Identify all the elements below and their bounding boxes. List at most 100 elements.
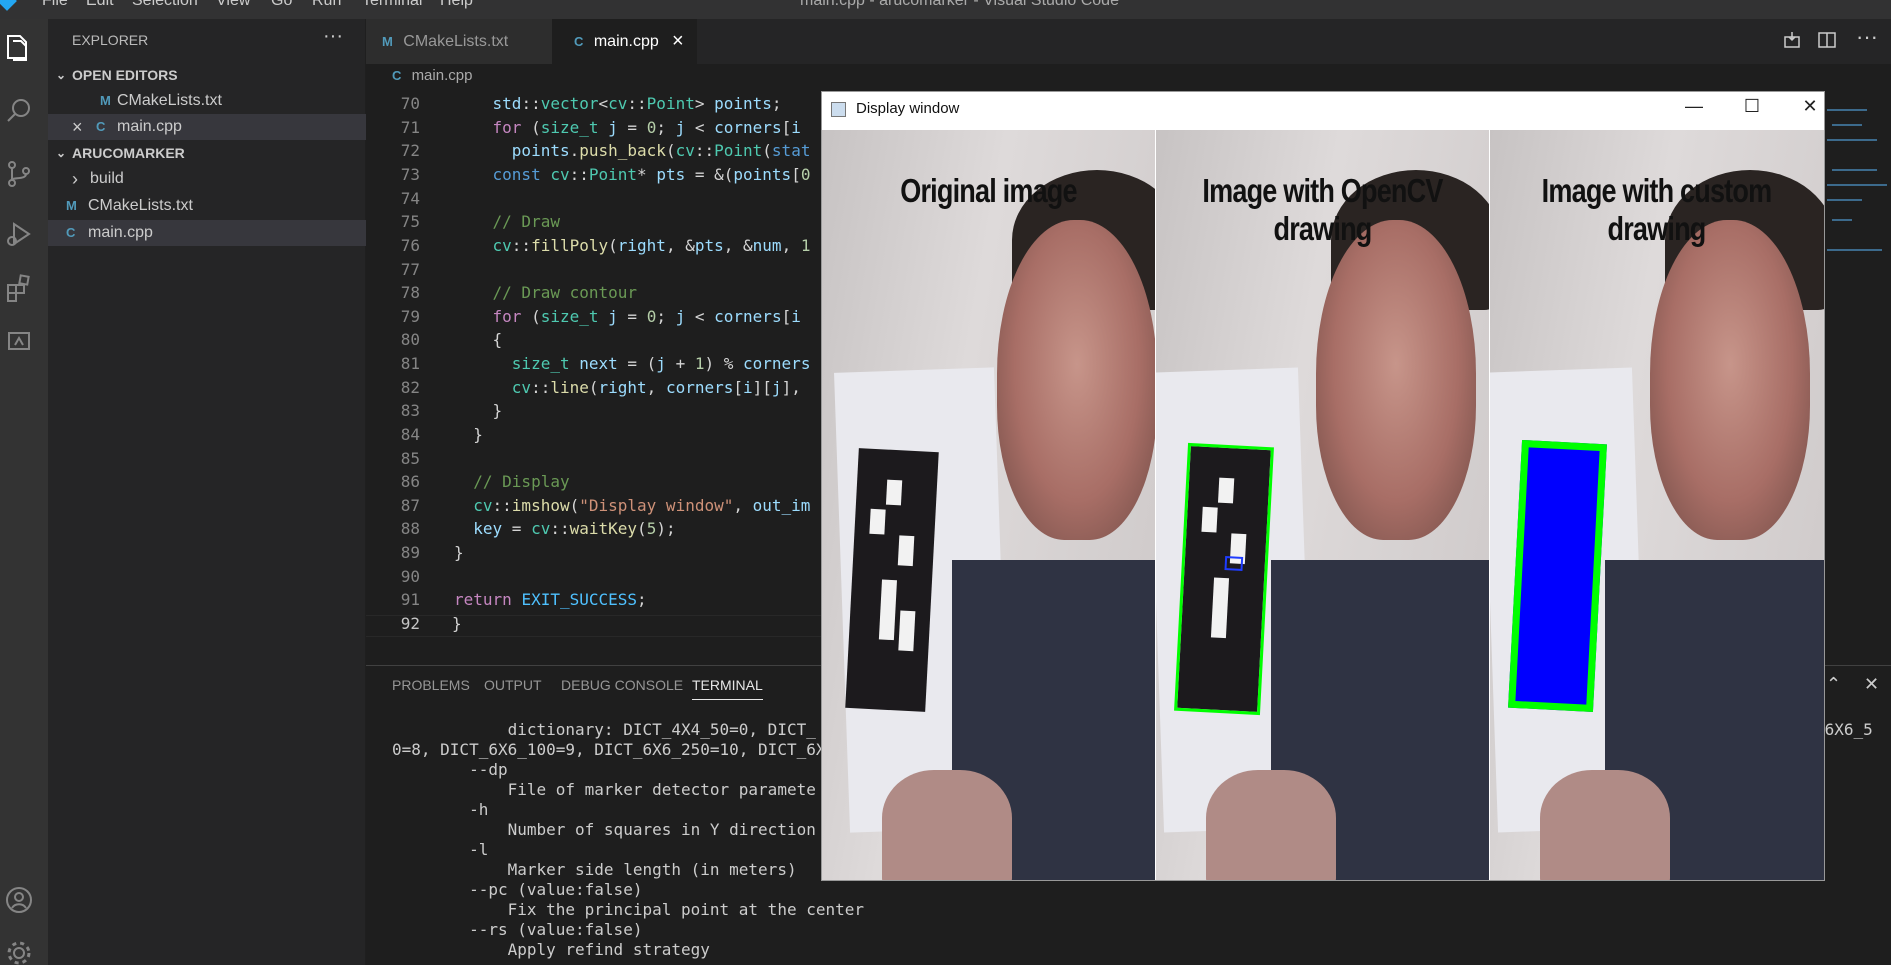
panel-caption: Image with custom drawing bbox=[1541, 172, 1772, 247]
line-number: 72 bbox=[400, 141, 420, 160]
line-number: 86 bbox=[400, 472, 420, 491]
line-number: 79 bbox=[400, 307, 420, 326]
tree-folder-build[interactable]: › build bbox=[48, 166, 366, 192]
code-line-79: for (size_t j = 0; j < corners[i bbox=[492, 307, 801, 326]
extensions-icon[interactable] bbox=[2, 271, 36, 305]
custom-filled-marker bbox=[1508, 439, 1607, 713]
tab-terminal[interactable]: TERMINAL bbox=[692, 677, 763, 700]
more-actions-icon[interactable]: ··· bbox=[1856, 24, 1878, 49]
code-line-87: cv::imshow("Display window", out_im bbox=[473, 496, 811, 515]
code-line-76: cv::fillPoly(right, &pts, &num, 1 bbox=[492, 236, 811, 255]
close-button[interactable]: ✕ bbox=[1792, 96, 1828, 122]
chevron-down-icon: ⌄ bbox=[56, 68, 67, 82]
tree-file-main-cpp[interactable]: C main.cpp bbox=[48, 220, 366, 246]
tab-debug-console[interactable]: DEBUG CONSOLE bbox=[561, 677, 683, 693]
terminal-line: -l bbox=[392, 840, 489, 859]
line-number: 77 bbox=[400, 260, 420, 279]
open-editors-label: OPEN EDITORS bbox=[72, 67, 178, 83]
minimize-button[interactable]: — bbox=[1676, 96, 1712, 122]
code-line-70: std::vector<cv::Point> points; bbox=[492, 94, 782, 113]
custom-drawing-panel: Image with custom drawing bbox=[1490, 130, 1824, 880]
line-number: 92 bbox=[400, 614, 420, 633]
panel-caption: Original image bbox=[900, 172, 1077, 209]
cpp-file-icon: C bbox=[392, 68, 402, 83]
menu-view[interactable]: View bbox=[216, 0, 250, 10]
menu-terminal[interactable]: Terminal bbox=[362, 0, 422, 10]
original-image-panel: Original image bbox=[822, 130, 1155, 880]
tab-cmakelists[interactable]: M CMakeLists.txt bbox=[366, 19, 552, 64]
code-editor[interactable]: 70 71 72 73 74 75 76 77 78 79 80 81 82 83 84 85 86 87 88 89… bbox=[366, 89, 821, 655]
open-editor-cmakelists[interactable]: M CMakeLists.txt bbox=[48, 88, 366, 114]
open-changes-icon[interactable] bbox=[1783, 31, 1803, 51]
vscode-window: { "titlebar": { "menu": ["File","Edit","… bbox=[0, 0, 1891, 965]
menu-file[interactable]: File bbox=[42, 0, 68, 10]
close-panel-icon[interactable]: ✕ bbox=[1864, 674, 1879, 695]
menu-help[interactable]: Help bbox=[440, 0, 473, 10]
opencv-drawing-panel: Image with OpenCV drawing bbox=[1156, 130, 1489, 880]
maximize-button[interactable]: ☐ bbox=[1734, 96, 1770, 122]
explorer-icon[interactable] bbox=[2, 31, 36, 65]
code-line-88: key = cv::waitKey(5); bbox=[473, 519, 676, 538]
run-debug-icon[interactable] bbox=[2, 217, 36, 251]
terminal-line: --pc (value:false) bbox=[392, 880, 643, 899]
code-line-72: points.push_back(cv::Point(stat bbox=[511, 141, 811, 160]
line-number: 91 bbox=[400, 590, 420, 609]
terminal-line: Number of squares in Y direction bbox=[392, 820, 816, 839]
code-line-83: } bbox=[454, 401, 503, 420]
activity-bar bbox=[0, 19, 48, 965]
tab-output[interactable]: OUTPUT bbox=[484, 677, 542, 693]
line-number: 82 bbox=[400, 378, 420, 397]
settings-gear-icon[interactable] bbox=[2, 936, 36, 965]
close-icon[interactable]: × bbox=[672, 19, 684, 64]
tree-label: build bbox=[90, 170, 124, 187]
source-control-icon[interactable] bbox=[2, 157, 36, 191]
tab-problems[interactable]: PROBLEMS bbox=[392, 677, 470, 693]
line-number: 73 bbox=[400, 165, 420, 184]
line-number: 71 bbox=[400, 118, 420, 137]
open-editor-label: CMakeLists.txt bbox=[117, 92, 222, 109]
terminal-line: Fix the principal point at the center bbox=[392, 900, 865, 919]
tree-label: CMakeLists.txt bbox=[88, 197, 193, 214]
cpp-file-icon: C bbox=[96, 119, 106, 134]
menu-selection[interactable]: Selection bbox=[132, 0, 198, 10]
remote-explorer-icon[interactable] bbox=[2, 325, 36, 359]
chevron-right-icon: › bbox=[72, 169, 78, 189]
menu-edit[interactable]: Edit bbox=[86, 0, 114, 10]
code-line-91: return EXIT_SUCCESS; bbox=[454, 590, 647, 609]
search-icon[interactable] bbox=[2, 94, 36, 128]
code-line-73: const cv::Point* pts = &(points[0 bbox=[492, 165, 811, 184]
line-number: 74 bbox=[400, 189, 420, 208]
editor-tabs: M CMakeLists.txt C main.cpp × ··· bbox=[366, 19, 1891, 64]
line-number: 83 bbox=[400, 401, 420, 420]
chevron-down-icon: ⌄ bbox=[56, 146, 67, 160]
line-number: 75 bbox=[400, 212, 420, 231]
open-editor-main-cpp[interactable]: × C main.cpp bbox=[48, 114, 366, 140]
menu-go[interactable]: Go bbox=[271, 0, 292, 10]
detected-marker bbox=[1173, 443, 1275, 715]
close-icon[interactable]: × bbox=[72, 114, 83, 140]
display-window[interactable]: Display window — ☐ ✕ Original image Imag… bbox=[821, 91, 1825, 881]
aruco-marker bbox=[845, 448, 939, 712]
breadcrumb-file[interactable]: main.cpp bbox=[412, 67, 473, 84]
terminal-line: --dp bbox=[392, 760, 508, 779]
terminal-line: --rs (value:false) bbox=[392, 920, 643, 939]
line-number: 90 bbox=[400, 567, 420, 586]
project-label: ARUCOMARKER bbox=[72, 145, 185, 161]
menu-run[interactable]: Run bbox=[312, 0, 341, 10]
line-number: 85 bbox=[400, 449, 420, 468]
project-section[interactable]: ⌄ ARUCOMARKER bbox=[48, 140, 366, 166]
code-line-75: // Draw bbox=[492, 212, 560, 231]
terminal-line: Apply refind strategy bbox=[392, 940, 710, 959]
maximize-panel-icon[interactable]: ⌃ bbox=[1826, 674, 1841, 695]
tab-main-cpp[interactable]: C main.cpp × bbox=[552, 19, 697, 64]
split-editor-icon[interactable] bbox=[1818, 31, 1838, 51]
minimap[interactable] bbox=[1822, 89, 1891, 289]
account-icon[interactable] bbox=[2, 883, 36, 917]
line-number: 89 bbox=[400, 543, 420, 562]
tree-file-cmakelists[interactable]: M CMakeLists.txt bbox=[48, 193, 366, 219]
display-window-title: Display window bbox=[856, 100, 960, 117]
more-actions-icon[interactable]: ··· bbox=[323, 25, 343, 48]
code-line-84: } bbox=[454, 425, 483, 444]
open-editors-section[interactable]: ⌄ OPEN EDITORS bbox=[48, 62, 366, 88]
terminal-line: Marker side length (in meters) bbox=[392, 860, 797, 879]
